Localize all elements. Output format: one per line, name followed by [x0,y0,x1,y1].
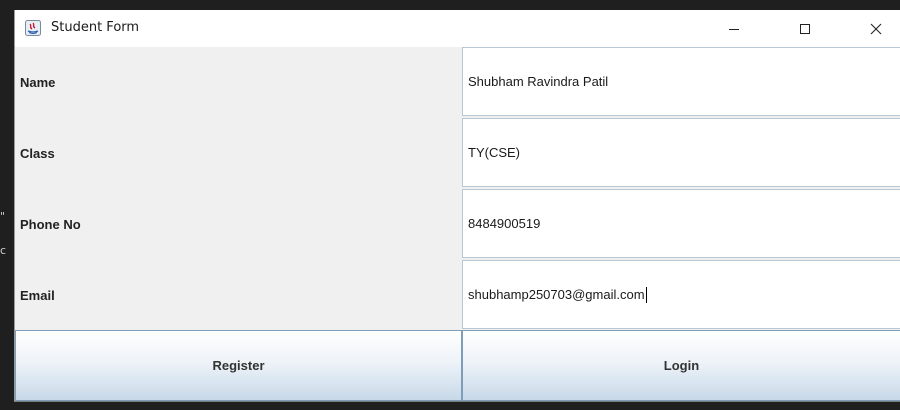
register-button[interactable]: Register [15,330,462,401]
name-field[interactable]: Shubham Ravindra Patil [462,47,900,116]
backdrop-text-fragment: " [0,210,6,223]
backdrop-text-fragment: c [0,244,7,257]
email-label: Email [20,288,55,303]
window-title: Student Form [51,20,140,35]
close-button[interactable] [853,10,899,47]
java-app-icon [25,20,41,36]
phone-row: Phone No 8484900519 [15,189,900,260]
student-form-window: Student Form Name Shubham Ravindra Patil… [14,10,900,402]
name-row: Name Shubham Ravindra Patil [15,47,900,118]
title-bar[interactable]: Student Form [15,10,900,47]
close-icon [870,23,882,35]
email-value: shubhamp250703@gmail.com [468,287,645,302]
class-field[interactable]: TY(CSE) [462,118,900,187]
email-row: Email shubhamp250703@gmail.com [15,260,900,331]
class-label: Class [20,146,55,161]
phone-label: Phone No [20,217,81,232]
class-value: TY(CSE) [468,145,520,160]
email-field[interactable]: shubhamp250703@gmail.com [462,260,900,329]
text-caret [645,286,647,303]
maximize-button[interactable] [782,10,828,47]
maximize-icon [799,23,811,35]
minimize-icon [728,23,740,35]
name-value: Shubham Ravindra Patil [468,74,609,89]
name-label: Name [20,75,56,90]
class-row: Class TY(CSE) [15,118,900,189]
button-bar: Register Login [15,330,900,401]
phone-value: 8484900519 [468,216,541,231]
login-button[interactable]: Login [462,330,900,401]
student-form: Name Shubham Ravindra Patil Class TY(CSE… [15,47,900,331]
phone-field[interactable]: 8484900519 [462,189,900,258]
minimize-button[interactable] [711,10,757,47]
